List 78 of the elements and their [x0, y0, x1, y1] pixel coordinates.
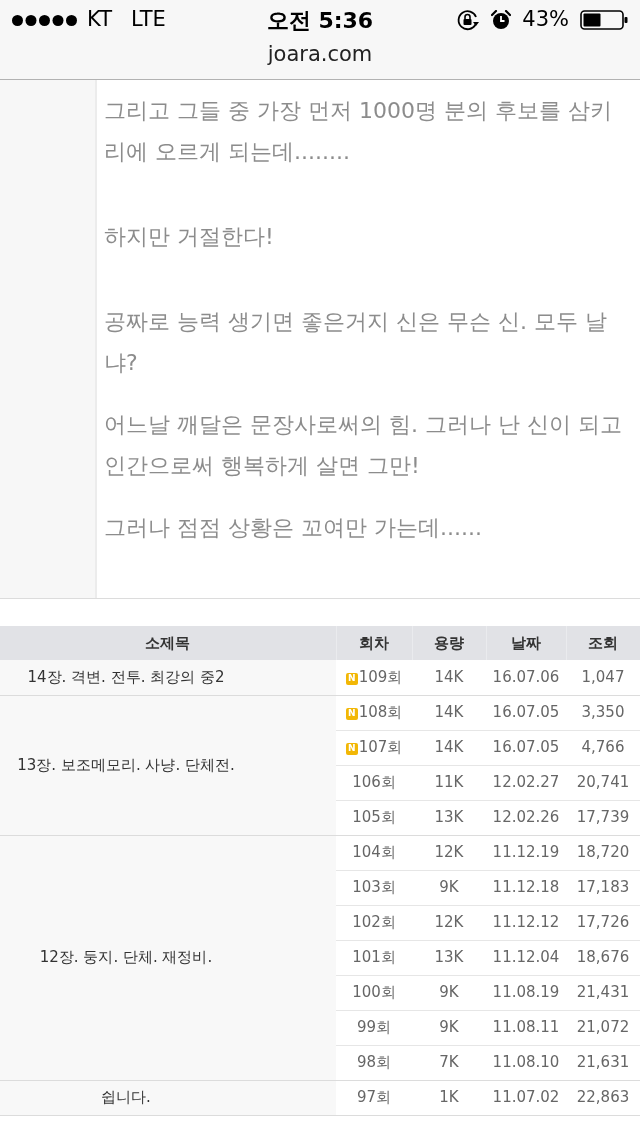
file-size: 12K	[412, 835, 486, 870]
story-paragraph: 하지만 거절한다!	[104, 223, 275, 251]
episode-number[interactable]: 109회	[358, 668, 403, 686]
view-count: 20,741	[566, 765, 640, 800]
new-badge: N	[345, 707, 358, 720]
story-paragraph: 그러나 점점 상황은 꼬여만 가는데......	[104, 514, 483, 542]
file-size: 9K	[412, 870, 486, 905]
carrier-name: KT	[87, 6, 112, 34]
chapter-title[interactable]: 쉽니다.	[0, 1080, 336, 1115]
rotation-lock-icon	[456, 9, 481, 31]
publish-date: 11.08.10	[486, 1045, 566, 1080]
file-size: 9K	[412, 975, 486, 1010]
view-count: 17,183	[566, 870, 640, 905]
publish-date: 11.12.12	[486, 905, 566, 940]
view-count: 18,676	[566, 940, 640, 975]
publish-date: 16.07.05	[486, 695, 566, 730]
new-badge: N	[345, 742, 358, 755]
view-count: 18,720	[566, 835, 640, 870]
alarm-clock-icon	[491, 10, 512, 30]
file-size: 9K	[412, 1010, 486, 1045]
page-address[interactable]: joara.com	[267, 40, 373, 68]
file-size: 1K	[412, 1080, 486, 1115]
episode-number[interactable]: 103회	[352, 878, 396, 897]
view-count: 21,431	[566, 975, 640, 1010]
episode-number[interactable]: 97회	[356, 1088, 392, 1107]
publish-date: 16.07.05	[486, 730, 566, 765]
column-header: 회차	[336, 626, 412, 660]
column-header: 용량	[412, 626, 486, 660]
episode-number[interactable]: 102회	[352, 913, 396, 932]
publish-date: 12.02.26	[486, 800, 566, 835]
chapter-title[interactable]: 14장. 격변. 전투. 최강의 중2	[0, 660, 336, 695]
column-header: 조회	[566, 626, 640, 660]
publish-date: 11.07.02	[486, 1080, 566, 1115]
publish-date: 11.12.19	[486, 835, 566, 870]
file-size: 14K	[412, 695, 486, 730]
column-header: 소제목	[0, 626, 336, 660]
signal-strength-icon	[12, 14, 78, 26]
episode-number[interactable]: 104회	[352, 843, 396, 862]
view-count: 22,863	[566, 1080, 640, 1115]
column-header: 날짜	[486, 626, 566, 660]
view-count: 17,726	[566, 905, 640, 940]
new-badge: N	[345, 672, 358, 685]
file-size: 14K	[412, 730, 486, 765]
publish-date: 11.12.04	[486, 940, 566, 975]
story-paragraph: 그리고 그들 중 가장 먼저 1000명 분의 후보를 삼키 리에 오르게 되는데........	[104, 97, 613, 166]
episode-number[interactable]: 100회	[352, 983, 396, 1002]
chapter-title[interactable]: 12장. 둥지. 단체. 재정비.	[0, 835, 336, 1080]
file-size: 7K	[412, 1045, 486, 1080]
episode-number[interactable]: 105회	[352, 808, 396, 827]
file-size: 13K	[412, 940, 486, 975]
battery-icon	[580, 10, 628, 30]
episode-number[interactable]: 107회	[358, 738, 403, 757]
file-size: 12K	[412, 905, 486, 940]
file-size: 13K	[412, 800, 486, 835]
publish-date: 12.02.27	[486, 765, 566, 800]
publish-date: 11.08.11	[486, 1010, 566, 1045]
episode-number[interactable]: 101회	[352, 948, 396, 967]
network-type: LTE	[130, 6, 166, 34]
view-count: 4,766	[566, 730, 640, 765]
view-count: 21,631	[566, 1045, 640, 1080]
episode-number[interactable]: 99회	[356, 1018, 392, 1037]
view-count: 1,047	[566, 660, 640, 695]
episode-number[interactable]: 98회	[356, 1053, 392, 1072]
story-paragraph: 어느날 깨달은 문장사로써의 힘. 그러나 난 신이 되고 인간으로써 행복하게 살면 그만!	[104, 411, 622, 480]
publish-date: 11.12.18	[486, 870, 566, 905]
publish-date: 11.08.19	[486, 975, 566, 1010]
episode-number[interactable]: 106회	[352, 773, 396, 792]
publish-date: 16.07.06	[486, 660, 566, 695]
status-time: 오전 5:36	[266, 6, 374, 35]
view-count: 3,350	[566, 695, 640, 730]
view-count: 17,739	[566, 800, 640, 835]
file-size: 14K	[412, 660, 486, 695]
story-paragraph: 공짜로 능력 생기면 좋은거지 신은 무슨 신. 모두 날 냐?	[104, 308, 608, 377]
view-count: 21,072	[566, 1010, 640, 1045]
battery-percentage: 43%	[522, 6, 569, 34]
file-size: 11K	[412, 765, 486, 800]
episode-number[interactable]: 108회	[358, 703, 403, 722]
chapter-title[interactable]: 13장. 보조메모리. 사냥. 단체전.	[0, 695, 336, 835]
